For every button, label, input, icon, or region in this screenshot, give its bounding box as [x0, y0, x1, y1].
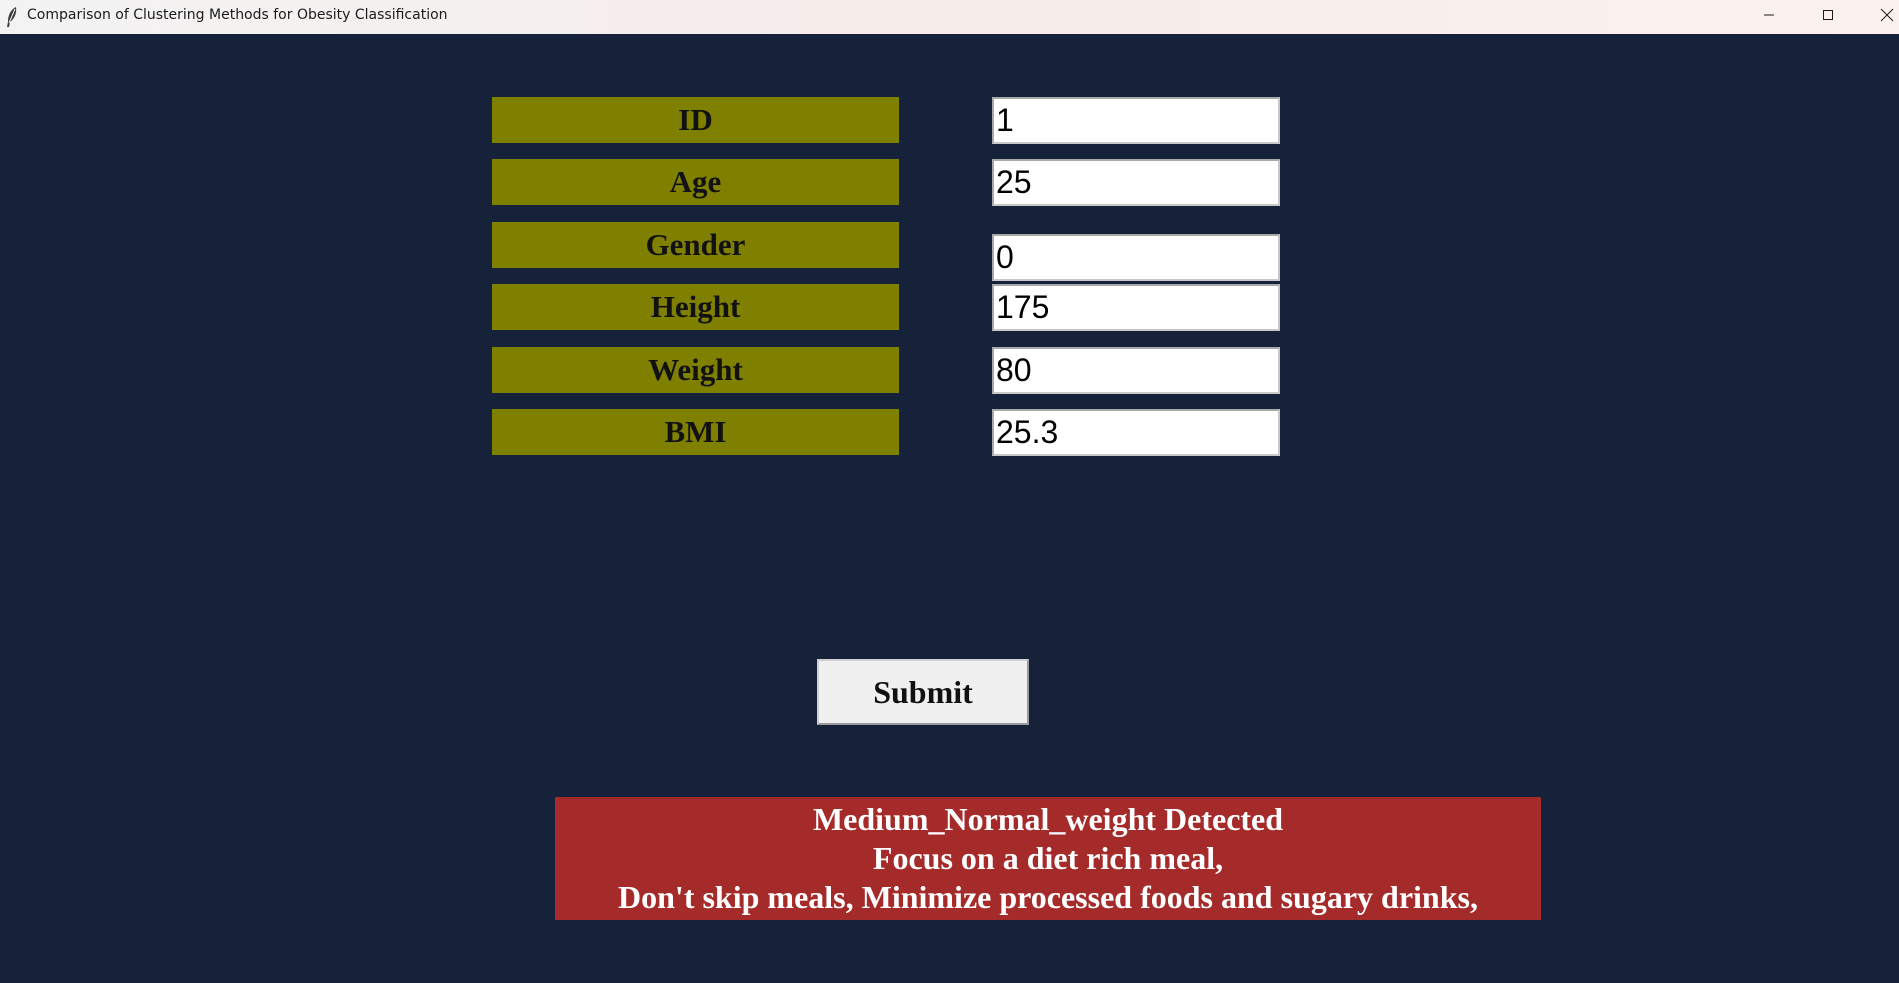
maximize-icon: [1823, 10, 1833, 20]
close-icon: [1880, 8, 1894, 22]
submit-button[interactable]: Submit: [817, 659, 1029, 725]
age-input[interactable]: [992, 159, 1280, 206]
label-gender: Gender: [492, 222, 899, 268]
id-input[interactable]: [992, 97, 1280, 144]
label-weight: Weight: [492, 347, 899, 393]
label-height: Height: [492, 284, 899, 330]
label-bmi: BMI: [492, 409, 899, 455]
feather-icon: [5, 6, 19, 28]
close-button[interactable]: [1864, 0, 1899, 30]
label-id: ID: [492, 97, 899, 143]
bmi-input[interactable]: [992, 409, 1280, 456]
result-message: Medium_Normal_weight Detected Focus on a…: [555, 797, 1541, 920]
title-bar: Comparison of Clustering Methods for Obe…: [0, 0, 1899, 34]
app-window: Comparison of Clustering Methods for Obe…: [0, 0, 1899, 983]
result-line-2: Focus on a diet rich meal,: [872, 840, 1224, 876]
result-line-3: Don't skip meals, Minimize processed foo…: [618, 879, 1478, 915]
minimize-button[interactable]: [1746, 0, 1792, 30]
result-line-1: Medium_Normal_weight Detected: [812, 801, 1284, 837]
window-title: Comparison of Clustering Methods for Obe…: [27, 7, 448, 23]
height-input[interactable]: [992, 284, 1280, 331]
minimize-icon: [1764, 14, 1774, 16]
label-age: Age: [492, 159, 899, 205]
weight-input[interactable]: [992, 347, 1280, 394]
gender-input[interactable]: [992, 234, 1280, 281]
maximize-button[interactable]: [1805, 0, 1851, 30]
